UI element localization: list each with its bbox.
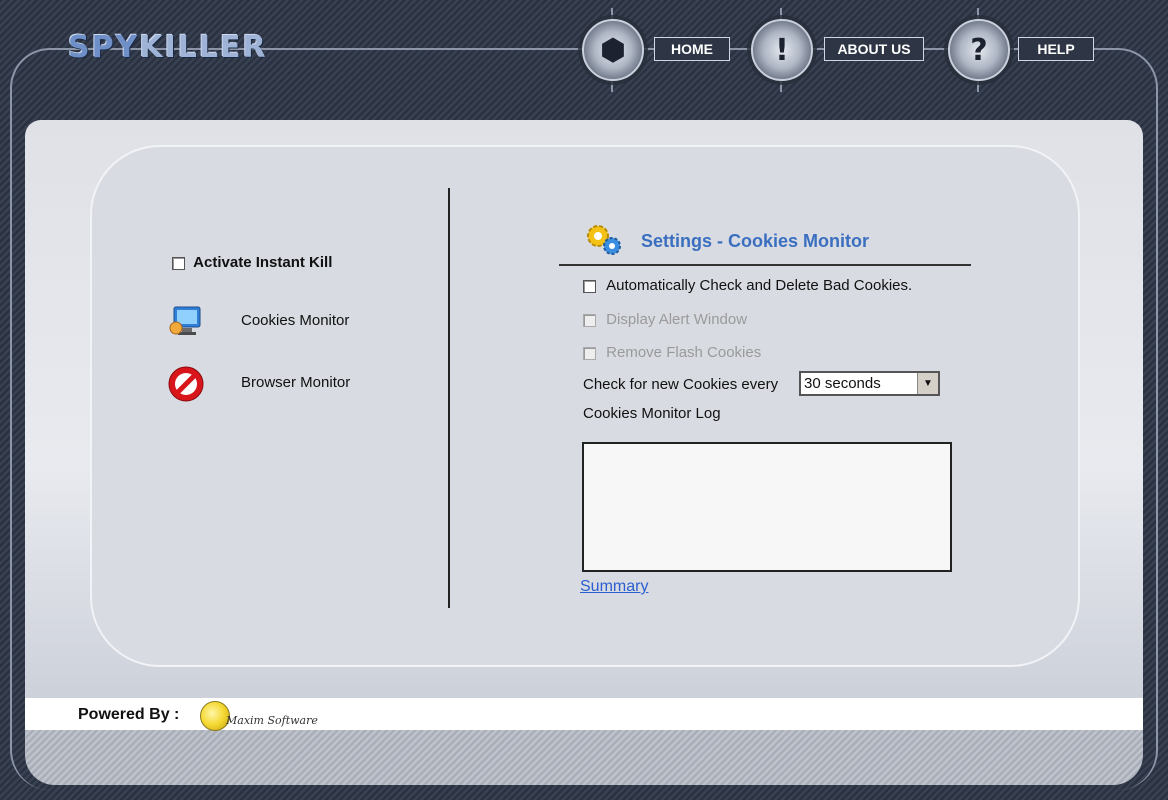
help-button[interactable]: HELP bbox=[1018, 37, 1094, 61]
interval-value: 30 seconds bbox=[804, 375, 881, 392]
footer-decoration bbox=[25, 730, 1143, 785]
home-nav-icon[interactable]: ⬢ bbox=[582, 19, 644, 81]
auto-check-checkbox[interactable] bbox=[583, 279, 596, 293]
alert-window-row: Display Alert Window bbox=[583, 311, 747, 328]
settings-title: Settings - Cookies Monitor bbox=[641, 231, 870, 251]
auto-check-label: Automatically Check and Delete Bad Cooki… bbox=[606, 277, 913, 294]
alert-window-label: Display Alert Window bbox=[606, 311, 748, 328]
vendor-logo[interactable]: Maxim Software bbox=[200, 701, 318, 731]
monitor-icon[interactable] bbox=[168, 304, 202, 338]
vertical-divider bbox=[448, 188, 450, 608]
flash-cookies-checkbox bbox=[583, 346, 596, 360]
summary-link[interactable]: Summary bbox=[580, 578, 648, 596]
flash-cookies-row: Remove Flash Cookies bbox=[583, 344, 761, 361]
interval-select[interactable]: 30 seconds ▼ bbox=[799, 371, 940, 396]
sidebar-item-browser-monitor[interactable]: Browser Monitor bbox=[241, 374, 350, 391]
interval-label: Check for new Cookies every bbox=[583, 376, 779, 393]
chevron-down-icon[interactable]: ▼ bbox=[917, 373, 938, 394]
instant-kill-row[interactable]: Activate Instant Kill bbox=[172, 254, 332, 271]
app-logo: SPYKILLER bbox=[68, 30, 268, 65]
settings-gears-icon bbox=[584, 222, 624, 256]
sidebar-item-cookies-monitor[interactable]: Cookies Monitor bbox=[241, 312, 349, 329]
flash-cookies-label: Remove Flash Cookies bbox=[606, 344, 762, 361]
powered-by-label: Powered By : bbox=[78, 706, 180, 723]
instant-kill-label: Activate Instant Kill bbox=[193, 254, 333, 271]
footer-bar bbox=[25, 698, 1143, 730]
vendor-name: Maxim Software bbox=[226, 713, 318, 727]
auto-check-row[interactable]: Automatically Check and Delete Bad Cooki… bbox=[583, 277, 912, 294]
title-rule bbox=[559, 264, 971, 266]
cookies-log-textarea[interactable] bbox=[582, 442, 952, 572]
log-label: Cookies Monitor Log bbox=[583, 405, 721, 422]
instant-kill-checkbox[interactable] bbox=[172, 256, 185, 270]
help-nav-icon[interactable]: ? bbox=[948, 19, 1010, 81]
alert-window-checkbox bbox=[583, 313, 596, 327]
about-nav-icon[interactable]: ! bbox=[751, 19, 813, 81]
stop-sign-icon[interactable] bbox=[167, 365, 205, 403]
about-us-button[interactable]: ABOUT US bbox=[824, 37, 924, 61]
home-button[interactable]: HOME bbox=[654, 37, 730, 61]
